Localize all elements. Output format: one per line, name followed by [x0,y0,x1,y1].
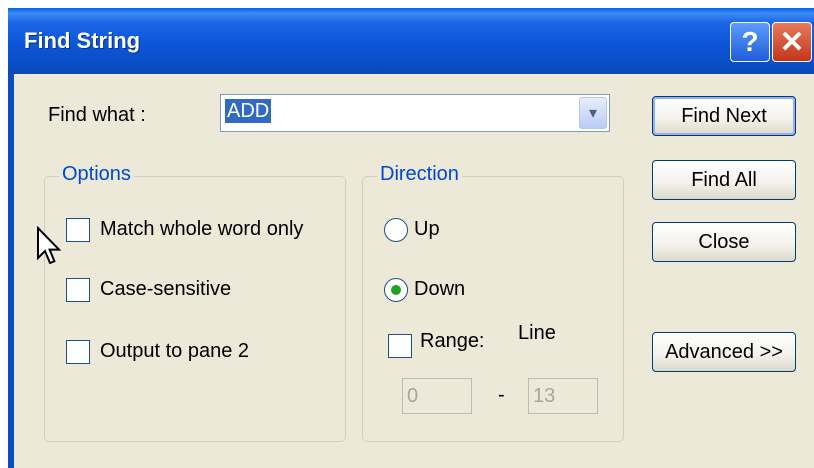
range-separator: - [498,384,505,406]
direction-down-radio[interactable] [384,278,408,302]
find-all-button[interactable]: Find All [652,160,796,200]
range-to-input[interactable]: 13 [528,378,598,414]
find-what-label: Find what : [48,104,146,126]
find-string-dialog: Find String ? ✕ Find what : ADD ▾ Find N… [8,8,814,468]
range-checkbox[interactable] [388,334,412,358]
find-next-button[interactable]: Find Next [652,96,796,136]
chevron-down-icon[interactable]: ▾ [579,97,607,129]
window-title: Find String [24,28,141,53]
advanced-button[interactable]: Advanced >> [652,332,796,372]
window-close-button[interactable]: ✕ [772,22,812,62]
range-label[interactable]: Range: [420,330,485,353]
output-pane2-checkbox[interactable] [66,340,90,364]
find-what-value[interactable]: ADD [225,99,272,123]
title-bar[interactable]: Find String ? ✕ [8,8,814,74]
match-whole-word-label[interactable]: Match whole word only [100,218,303,241]
output-pane2-label[interactable]: Output to pane 2 [100,340,249,363]
direction-up-label[interactable]: Up [414,218,440,241]
range-from-input[interactable]: 0 [402,378,472,414]
help-icon: ? [741,26,759,57]
mouse-cursor-icon [37,226,62,265]
options-group: Options [44,163,346,442]
close-icon: ✕ [779,25,805,59]
window-left-border [8,74,14,468]
case-sensitive-checkbox[interactable] [66,278,90,302]
match-whole-word-checkbox[interactable] [66,218,90,242]
help-button[interactable]: ? [730,22,770,62]
find-what-combobox[interactable]: ADD ▾ [220,94,610,132]
direction-legend: Direction [377,163,462,186]
case-sensitive-label[interactable]: Case-sensitive [100,278,231,301]
options-legend: Options [59,163,134,186]
line-label: Line [518,322,556,344]
direction-up-radio[interactable] [384,218,408,242]
direction-down-label[interactable]: Down [414,278,465,301]
close-button[interactable]: Close [652,222,796,262]
